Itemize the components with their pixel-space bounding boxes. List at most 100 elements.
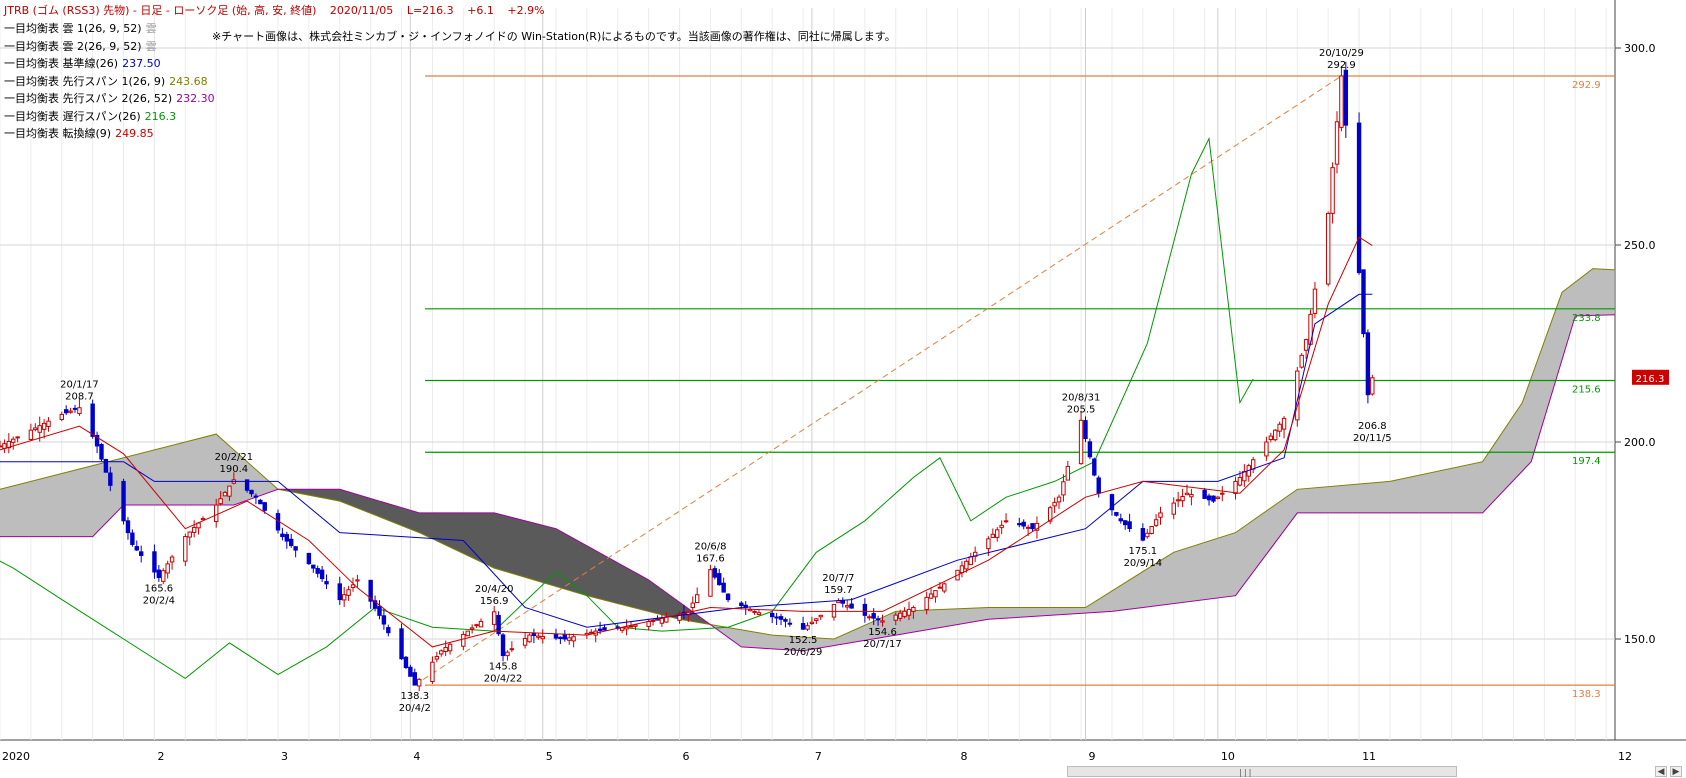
candle-up: [1025, 526, 1031, 529]
candle-up: [46, 420, 51, 427]
candle-up: [1299, 354, 1304, 368]
candle-up: [1312, 288, 1318, 314]
candle-up: [968, 556, 973, 566]
annotation-label: 20/4/2: [399, 703, 431, 714]
candle-up: [589, 631, 594, 634]
candle-down: [377, 605, 382, 616]
candle-down: [1356, 122, 1362, 274]
scroll-left-arrow-icon[interactable]: ◀: [1655, 766, 1667, 777]
annotation-label: 20/11/5: [1353, 433, 1392, 444]
candle-up: [1334, 121, 1340, 165]
annotation-label: 20/2/4: [143, 596, 175, 607]
candle-down: [1030, 523, 1035, 530]
candle-up: [897, 612, 903, 619]
candle-up: [628, 625, 634, 628]
candle-up: [169, 556, 175, 563]
candle-up: [911, 606, 916, 612]
x-tick-label: 3: [281, 750, 288, 763]
candle-down: [562, 634, 568, 640]
candle-down: [72, 407, 78, 410]
candle-up: [1339, 75, 1344, 128]
candlestick-chart: 2020 2 3 4 5 6 7 8 9 10 11 12 300.0 250.0 200.0 150.0 29…: [0, 0, 1686, 763]
candle-up: [1215, 496, 1221, 499]
candle-down: [258, 499, 263, 505]
annotation-label: 190.4: [220, 464, 249, 475]
candle-down: [399, 628, 404, 660]
candle-down: [152, 551, 157, 573]
copyright-note: ※チャート画像は、株式会社ミンカブ・ジ・インフォノイドの Win-Station…: [212, 30, 896, 43]
annotation-label: 20/10/29: [1319, 48, 1364, 59]
candle-down: [324, 581, 329, 585]
x-tick-label: 5: [546, 750, 553, 763]
candle-up: [443, 647, 448, 652]
scroll-right-arrow-icon[interactable]: ▶: [1670, 766, 1682, 777]
candle-up: [1250, 459, 1256, 470]
candle-up: [474, 624, 479, 627]
annotation-label: 20/7/7: [822, 573, 854, 584]
candle-down: [531, 632, 537, 637]
candle-up: [902, 610, 907, 617]
candle-down: [311, 564, 316, 569]
candle-up: [906, 608, 912, 616]
candle-up: [187, 531, 192, 538]
candle-up: [1220, 492, 1225, 495]
candle-down: [1096, 477, 1101, 494]
annotation-label: 167.6: [696, 554, 725, 565]
scroll-grip-icon[interactable]: |||: [1238, 768, 1252, 777]
annotation-label: 205.5: [1067, 404, 1096, 415]
instrument-title: JTRB (ゴム (RSS3) 先物) - 日足 - ローソク足 (始, 高, …: [4, 4, 317, 17]
candle-up: [1237, 476, 1243, 486]
x-tick-label: 11: [1362, 750, 1376, 763]
legend-item-span2: 一目均衡表 先行スパン 2(26, 52) 232.30: [4, 92, 215, 105]
candle-up: [355, 579, 360, 582]
candle-up: [831, 603, 837, 618]
candle-down: [871, 613, 876, 619]
candle-down: [134, 546, 139, 551]
candle-up: [28, 429, 34, 440]
annotation-label: 208.7: [65, 392, 94, 403]
candle-up: [461, 633, 466, 647]
x-tick-label: 4: [413, 750, 420, 763]
candle-up: [995, 529, 1000, 538]
candle-up: [1078, 419, 1084, 465]
candle-up: [1273, 429, 1278, 441]
annotation-label: 159.7: [824, 585, 853, 596]
candle-up: [933, 590, 938, 598]
candle-up: [1153, 519, 1159, 526]
candle-down: [1343, 69, 1349, 126]
annotation-label: 20/1/17: [60, 380, 99, 391]
candle-up: [214, 504, 219, 523]
annotation-label: 20/4/22: [484, 674, 523, 685]
candle-up: [434, 656, 440, 660]
candle-down: [783, 619, 788, 622]
candle-down: [712, 568, 718, 578]
candle-up: [1189, 494, 1194, 498]
chart-header: JTRB (ゴム (RSS3) 先物) - 日足 - ローソク足 (始, 高, …: [4, 2, 555, 18]
annotation-label: 20/6/29: [784, 647, 823, 658]
candle-up: [416, 678, 422, 687]
candle-up: [990, 533, 996, 538]
candle-down: [1083, 420, 1088, 440]
candle-up: [0, 445, 3, 448]
candle-up: [346, 589, 351, 596]
x-tick-label: 2: [157, 750, 164, 763]
candle-down: [774, 616, 779, 619]
annotation-label: 154.6: [868, 627, 897, 638]
candle-up: [1325, 212, 1331, 285]
candle-up: [536, 635, 541, 638]
candle-up: [999, 524, 1004, 529]
candle-up: [1171, 502, 1176, 515]
last-price: L=216.3: [406, 4, 454, 17]
candle-up: [522, 637, 528, 646]
candle-up: [527, 634, 532, 643]
candle-up: [430, 661, 435, 682]
candle-up: [756, 612, 762, 615]
candle-up: [540, 636, 545, 640]
candle-up: [1330, 167, 1335, 214]
candle-up: [924, 596, 929, 611]
candle-down: [249, 489, 254, 495]
candle-up: [465, 630, 470, 637]
horizontal-scrollbar[interactable]: |||: [1067, 766, 1457, 777]
legend-item-tenkan: 一目均衡表 転換線(9) 249.85: [4, 127, 154, 140]
hline-label: 215.6: [1572, 385, 1601, 396]
